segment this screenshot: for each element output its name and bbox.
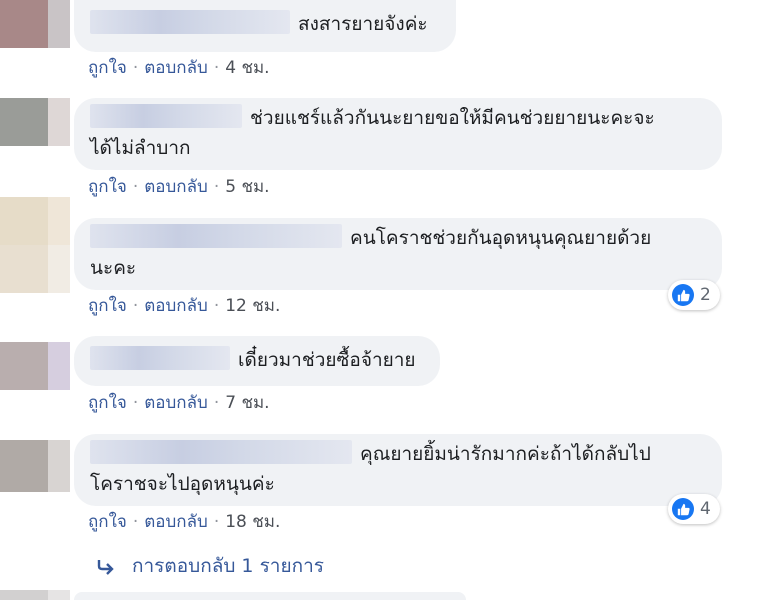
reply-link[interactable]: ตอบกลับ [144,296,208,316]
like-link[interactable]: ถูกใจ [88,512,127,532]
avatar[interactable] [0,0,70,48]
like-link[interactable]: ถูกใจ [88,177,127,197]
reaction-count: 2 [700,285,711,305]
separator-dot: · [132,296,139,316]
comment-text-line-2: ได้ไม่ลำบาก [90,137,191,159]
like-link[interactable]: ถูกใจ [88,296,127,316]
avatar[interactable] [0,197,70,293]
comment-actions: ถูกใจ · ตอบกลับ · 12 ชม. [88,292,280,320]
timestamp[interactable]: 5 ชม. [225,177,269,197]
separator-dot: · [132,58,139,78]
avatar[interactable] [0,98,70,146]
comment-text-line-1: ช่วยแชร์แล้วกันนะยายขอให้มีคนช่วยยายนะคะ… [250,107,655,129]
timestamp[interactable]: 4 ชม. [225,58,269,78]
commenter-name[interactable] [90,224,342,248]
reaction-summary[interactable]: 2 [668,280,720,310]
like-link[interactable]: ถูกใจ [88,58,127,78]
like-link[interactable]: ถูกใจ [88,393,127,413]
commenter-name[interactable] [90,440,352,464]
comment-bubble: สงสารยายจังค่ะ [74,0,456,52]
comment-text: เดี๋ยวมาช่วยซื้อจ้ายาย [238,349,416,371]
comment-text-line-2: โคราชจะไปอุดหนุนค่ะ [90,473,275,495]
comment-bubble: คุณยายยิ้มน่ารักมากค่ะถ้าได้กลับไป โคราช… [74,434,722,506]
commenter-name[interactable] [90,10,290,34]
thumbs-up-icon [672,284,694,306]
thumbs-up-icon [672,498,694,520]
comment-text-line-1: คุณยายยิ้มน่ารักมากค่ะถ้าได้กลับไป [360,443,651,465]
commenter-name[interactable] [90,346,230,370]
reply-link[interactable]: ตอบกลับ [144,512,208,532]
commenter-name[interactable] [90,104,242,128]
comment-actions: ถูกใจ · ตอบกลับ · 5 ชม. [88,173,270,201]
reply-link[interactable]: ตอบกลับ [144,393,208,413]
reaction-summary[interactable]: 4 [668,494,720,524]
separator-dot: · [213,296,220,316]
separator-dot: · [132,177,139,197]
avatar[interactable] [0,342,70,390]
timestamp[interactable]: 7 ชม. [225,393,269,413]
reaction-count: 4 [700,499,711,519]
timestamp[interactable]: 12 ชม. [225,296,280,316]
comment-bubble [74,592,466,600]
reply-link[interactable]: ตอบกลับ [144,177,208,197]
comment-text-line-2: นะคะ [90,257,137,279]
comment-actions: ถูกใจ · ตอบกลับ · 18 ชม. [88,508,280,536]
comment-text: สงสารยายจังค่ะ [298,13,428,35]
comment-bubble: คนโคราชช่วยกันอุดหนุนคุณยายด้วย นะคะ [74,218,722,290]
separator-dot: · [132,512,139,532]
view-replies-link[interactable]: การตอบกลับ 1 รายการ [96,552,324,580]
view-replies-label: การตอบกลับ 1 รายการ [132,555,324,577]
avatar[interactable] [0,440,70,492]
separator-dot: · [132,393,139,413]
comment-bubble: เดี๋ยวมาช่วยซื้อจ้ายาย [74,336,440,386]
comment-actions: ถูกใจ · ตอบกลับ · 7 ชม. [88,389,270,417]
comment-actions: ถูกใจ · ตอบกลับ · 4 ชม. [88,54,270,82]
avatar[interactable] [0,590,70,600]
separator-dot: · [213,58,220,78]
comment-bubble: ช่วยแชร์แล้วกันนะยายขอให้มีคนช่วยยายนะคะ… [74,98,722,170]
timestamp[interactable]: 18 ชม. [225,512,280,532]
comment-text-line-1: คนโคราชช่วยกันอุดหนุนคุณยายด้วย [350,227,652,249]
separator-dot: · [213,512,220,532]
separator-dot: · [213,393,220,413]
reply-link[interactable]: ตอบกลับ [144,58,208,78]
reply-arrow-icon [96,555,118,583]
separator-dot: · [213,177,220,197]
